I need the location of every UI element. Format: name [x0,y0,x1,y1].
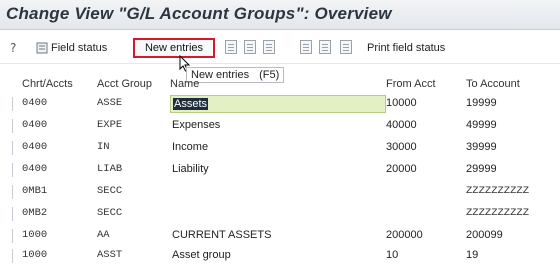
group-cell: SECC [97,207,123,219]
to-cell: 49999 [466,119,497,131]
new-entries-button[interactable]: New entries [133,38,215,58]
page-title: Change View "G/L Account Groups": Overvi… [6,4,392,23]
field-status-label: Field status [51,42,108,54]
table-row[interactable]: 0MB2 SECC ZZZZZZZZZZ [0,204,560,224]
to-cell: 200099 [466,229,503,241]
undo-icon[interactable] [263,40,275,54]
row-selector[interactable] [12,97,13,111]
table-row[interactable]: 0400 ASSE Assets 10000 19999 [0,94,560,114]
field-status-button[interactable]: Field status [36,39,107,57]
name-cell: Income [172,141,209,153]
from-cell: 20000 [386,163,417,175]
field-status-icon [36,42,48,54]
table-row[interactable]: 0MB1 SECC ZZZZZZZZZZ [0,182,560,202]
name-cell: Liability [172,163,209,175]
row-selector[interactable] [12,207,13,221]
row-selector[interactable] [12,163,13,177]
print-field-status-label: Print field status [367,42,446,54]
row-selector[interactable] [12,119,13,133]
chart-cell: 0MB1 [22,185,48,197]
table-row[interactable]: 0400 EXPE Expenses 40000 49999 [0,116,560,136]
chart-cell: 0400 [22,141,48,153]
to-cell: 19999 [466,97,497,109]
name-cell: CURRENT ASSETS [172,229,272,241]
table-row[interactable]: 0400 LIAB Liability 20000 29999 [0,160,560,180]
delete-icon[interactable] [244,40,256,54]
name-cell: Asset group [172,249,231,261]
to-cell: ZZZZZZZZZZ [466,207,530,219]
chart-cell: 0400 [22,163,48,175]
name-cell: Expenses [172,119,221,131]
group-cell: SECC [97,185,123,197]
from-cell: 10000 [386,97,417,109]
group-cell: AA [97,229,110,241]
row-selector[interactable] [12,249,13,263]
to-cell: 39999 [466,141,497,153]
copy-icon[interactable] [225,40,237,54]
select-block-icon[interactable] [319,40,331,54]
chart-cell: 1000 [22,229,48,241]
column-header-name[interactable]: Name [170,78,199,90]
chart-cell: 0400 [22,97,48,109]
table-row[interactable]: 1000 AA CURRENT ASSETS 200000 200099 [0,226,560,246]
name-cell: Assets [173,98,209,110]
new-entries-label: New entries [144,42,204,54]
from-cell: 40000 [386,119,417,131]
group-cell: EXPE [97,119,123,131]
select-all-icon[interactable] [300,40,312,54]
group-cell: ASST [97,249,123,261]
group-cell: ASSE [97,97,123,109]
table-header: Chrt/Accts Acct Group Name From Acct To … [0,78,560,94]
row-selector[interactable] [12,229,13,243]
table-row[interactable]: 0400 IN Income 30000 39999 [0,138,560,158]
to-cell: ZZZZZZZZZZ [466,185,530,197]
column-header-from[interactable]: From Acct [386,78,436,90]
name-input[interactable]: Assets [170,95,386,113]
chart-cell: 0400 [22,119,48,131]
title-bar: Change View "G/L Account Groups": Overvi… [0,0,560,30]
deselect-icon[interactable] [340,40,352,54]
to-cell: 29999 [466,163,497,175]
group-cell: IN [97,141,110,153]
column-header-to[interactable]: To Account [466,78,520,90]
help-icon[interactable]: ? [10,39,16,57]
row-selector[interactable] [12,141,13,155]
chart-cell: 1000 [22,249,48,261]
from-cell: 200000 [386,229,423,241]
chart-cell: 0MB2 [22,207,48,219]
print-field-status-button[interactable]: Print field status [367,39,445,57]
column-header-group[interactable]: Acct Group [97,78,152,90]
group-cell: LIAB [97,163,123,175]
table-row[interactable]: 1000 ASST Asset group 10 19 [0,246,560,265]
column-header-chart[interactable]: Chrt/Accts [22,78,73,90]
from-cell: 10 [386,249,399,261]
from-cell: 30000 [386,141,417,153]
to-cell: 19 [466,249,479,261]
row-selector[interactable] [12,185,13,199]
